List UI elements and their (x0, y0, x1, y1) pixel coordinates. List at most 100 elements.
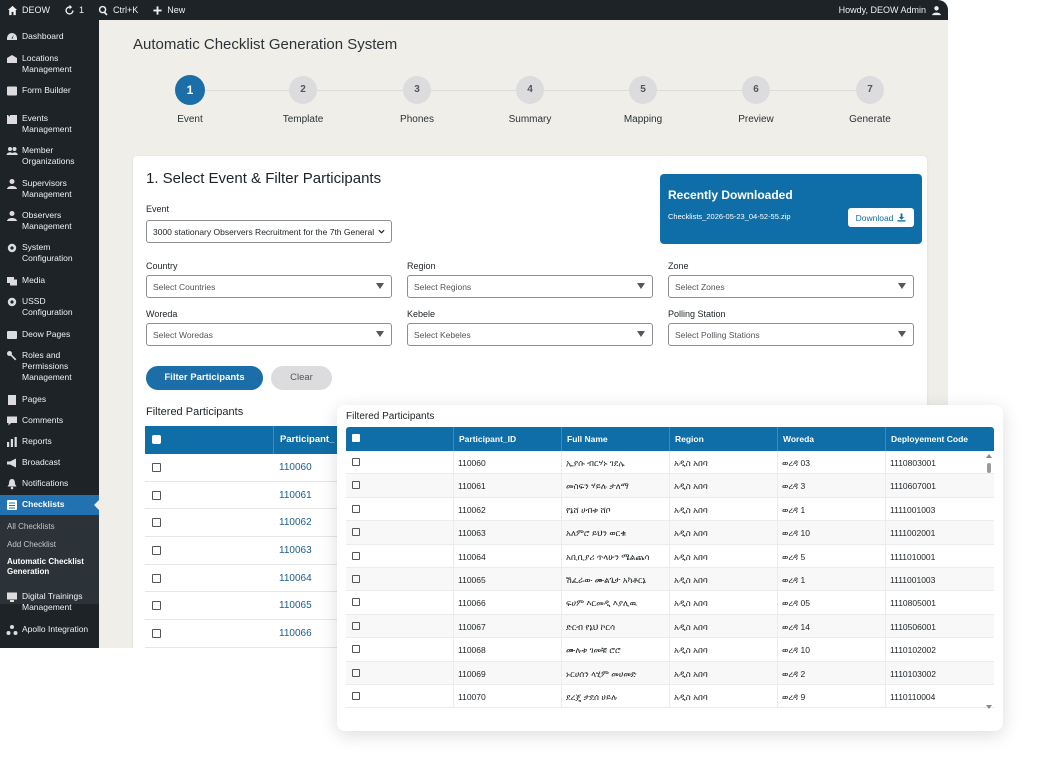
row-checkbox[interactable] (152, 518, 161, 528)
scroll-up-arrow[interactable] (986, 454, 992, 458)
sidebar-item-digital-trainings[interactable]: Digital Trainings Management (0, 591, 99, 613)
step-preview[interactable]: 6 Preview (716, 76, 796, 125)
site-home-link[interactable]: DEOW (0, 0, 57, 20)
deployment-code-cell: 1111001003 (890, 574, 936, 585)
row-checkbox[interactable] (352, 481, 360, 490)
refresh-icon (65, 4, 74, 15)
sidebar-item-broadcast[interactable]: Broadcast (0, 457, 99, 469)
select-all-checkbox[interactable] (352, 434, 360, 442)
step-phones[interactable]: 3 Phones (377, 76, 457, 125)
column-divider (561, 474, 562, 498)
sidebar-item-member-orgs[interactable]: Member Organizations (0, 145, 99, 167)
step-template[interactable]: 2 Template (263, 76, 343, 125)
select-all-checkbox[interactable] (152, 435, 161, 444)
column-full-name[interactable]: Full Name (567, 434, 608, 444)
participant-id[interactable]: 110066 (279, 628, 312, 639)
column-divider (885, 451, 886, 474)
row-checkbox[interactable] (152, 629, 161, 639)
search-shortcut[interactable]: Ctrl+K (91, 0, 145, 20)
sidebar-item-comments[interactable]: Comments (0, 415, 99, 427)
column-participant-id[interactable]: Participant_ID (459, 434, 516, 444)
sidebar-item-events[interactable]: Events Management (0, 113, 99, 135)
sidebar-item-observers[interactable]: Observers Management (0, 210, 99, 232)
search-icon (98, 5, 108, 16)
sidebar-item-reports[interactable]: Reports (0, 436, 99, 448)
step-mapping[interactable]: 5 Mapping (603, 76, 683, 125)
sidebar-label: Observers Management (22, 210, 72, 231)
sidebar-item-notifications[interactable]: Notifications (0, 478, 99, 490)
sidebar-item-supervisors[interactable]: Supervisors Management (0, 178, 99, 200)
sidebar-item-deow-pages[interactable]: Deow Pages (0, 329, 99, 341)
row-checkbox[interactable] (352, 504, 360, 513)
column-woreda[interactable]: Woreda (783, 434, 814, 444)
participant-id[interactable]: 110062 (279, 517, 312, 528)
row-checkbox[interactable] (352, 645, 360, 654)
step-event[interactable]: 1 Event (150, 75, 230, 125)
sidebar-item-checklists[interactable]: Checklists (0, 495, 99, 515)
download-button[interactable]: Download (848, 208, 914, 227)
comment-icon (7, 416, 17, 426)
row-checkbox[interactable] (152, 546, 161, 556)
sidebar-item-apollo[interactable]: Apollo Integration (0, 624, 99, 636)
region-select[interactable]: Select Regions (407, 275, 653, 298)
row-checkbox[interactable] (352, 574, 360, 583)
row-checkbox[interactable] (152, 463, 161, 472)
zone-select[interactable]: Select Zones (668, 275, 914, 298)
participant-id[interactable]: 110064 (279, 573, 312, 584)
new-content-link[interactable]: New (145, 0, 192, 20)
column-deployment-code[interactable]: Deployement Code (891, 434, 968, 444)
full-name-cell: አለምሮ ይህን ወርቁ (566, 528, 627, 539)
account-menu[interactable]: Howdy, DEOW Admin (839, 5, 948, 16)
scrollbar-thumb[interactable] (987, 463, 991, 473)
sidebar-item-locations[interactable]: Locations Management (0, 53, 99, 75)
row-checkbox[interactable] (352, 621, 360, 630)
row-checkbox[interactable] (352, 458, 360, 466)
table-row: 110066 (145, 620, 355, 648)
sidebar-item-media[interactable]: Media (0, 275, 99, 287)
step-generate[interactable]: 7 Generate (830, 76, 910, 125)
filter-participants-button[interactable]: Filter Participants (146, 366, 263, 390)
column-divider (669, 661, 670, 685)
sidebar-item-system-config[interactable]: System Configuration (0, 242, 99, 264)
table-row: 110064 አቢቢያሪ ጥላሁን ሜልጨሳ አዲስ አበባ ወረዳ 5 1111010… (346, 544, 994, 568)
column-divider (453, 544, 454, 568)
submenu-automatic-generation[interactable]: Automatic Checklist Generation (7, 557, 92, 577)
sidebar-label: Roles and Permissions Management (22, 350, 72, 382)
participant-id-cell: 110060 (458, 458, 486, 468)
sidebar-item-dashboard[interactable]: Dashboard (0, 31, 99, 43)
submenu-add-checklist[interactable]: Add Checklist (7, 540, 56, 550)
sidebar-item-form-builder[interactable]: Form Builder (0, 85, 99, 97)
sidebar-item-roles[interactable]: Roles and Permissions Management (0, 350, 99, 383)
step-summary[interactable]: 4 Summary (490, 76, 570, 125)
submenu-all-checklists[interactable]: All Checklists (7, 522, 55, 532)
row-checkbox[interactable] (352, 551, 360, 560)
participant-id[interactable]: 110065 (279, 600, 312, 611)
row-checkbox[interactable] (352, 528, 360, 537)
row-checkbox[interactable] (352, 691, 360, 700)
column-divider (453, 638, 454, 662)
participant-id[interactable]: 110063 (279, 545, 312, 556)
scroll-down-arrow[interactable] (986, 705, 992, 709)
row-checkbox[interactable] (352, 668, 360, 677)
sidebar-item-pages[interactable]: Pages (0, 394, 99, 406)
polling-select[interactable]: Select Polling Stations (668, 323, 914, 346)
country-select[interactable]: Select Countries (146, 275, 392, 298)
column-divider (453, 474, 454, 498)
column-region[interactable]: Region (675, 434, 704, 444)
bell-icon (7, 479, 17, 490)
event-select[interactable]: 3000 stationary Observers Recruitment fo… (146, 220, 392, 243)
row-checkbox[interactable] (352, 598, 360, 607)
sidebar-item-ussd[interactable]: USSD Configuration (0, 296, 99, 318)
participant-id[interactable]: 110061 (279, 490, 312, 501)
updates-link[interactable]: 1 (57, 0, 91, 20)
row-checkbox[interactable] (152, 490, 161, 500)
woreda-select[interactable]: Select Woredas (146, 323, 392, 346)
participant-id-cell: 110070 (458, 691, 486, 702)
row-checkbox[interactable] (152, 601, 161, 611)
kebele-select[interactable]: Select Kebeles (407, 323, 653, 346)
sidebar-label: Reports (22, 436, 52, 446)
clear-button[interactable]: Clear (271, 366, 332, 390)
participant-id[interactable]: 110060 (279, 462, 312, 473)
row-checkbox[interactable] (152, 573, 161, 583)
deployment-code-cell: 1110805001 (890, 598, 937, 609)
